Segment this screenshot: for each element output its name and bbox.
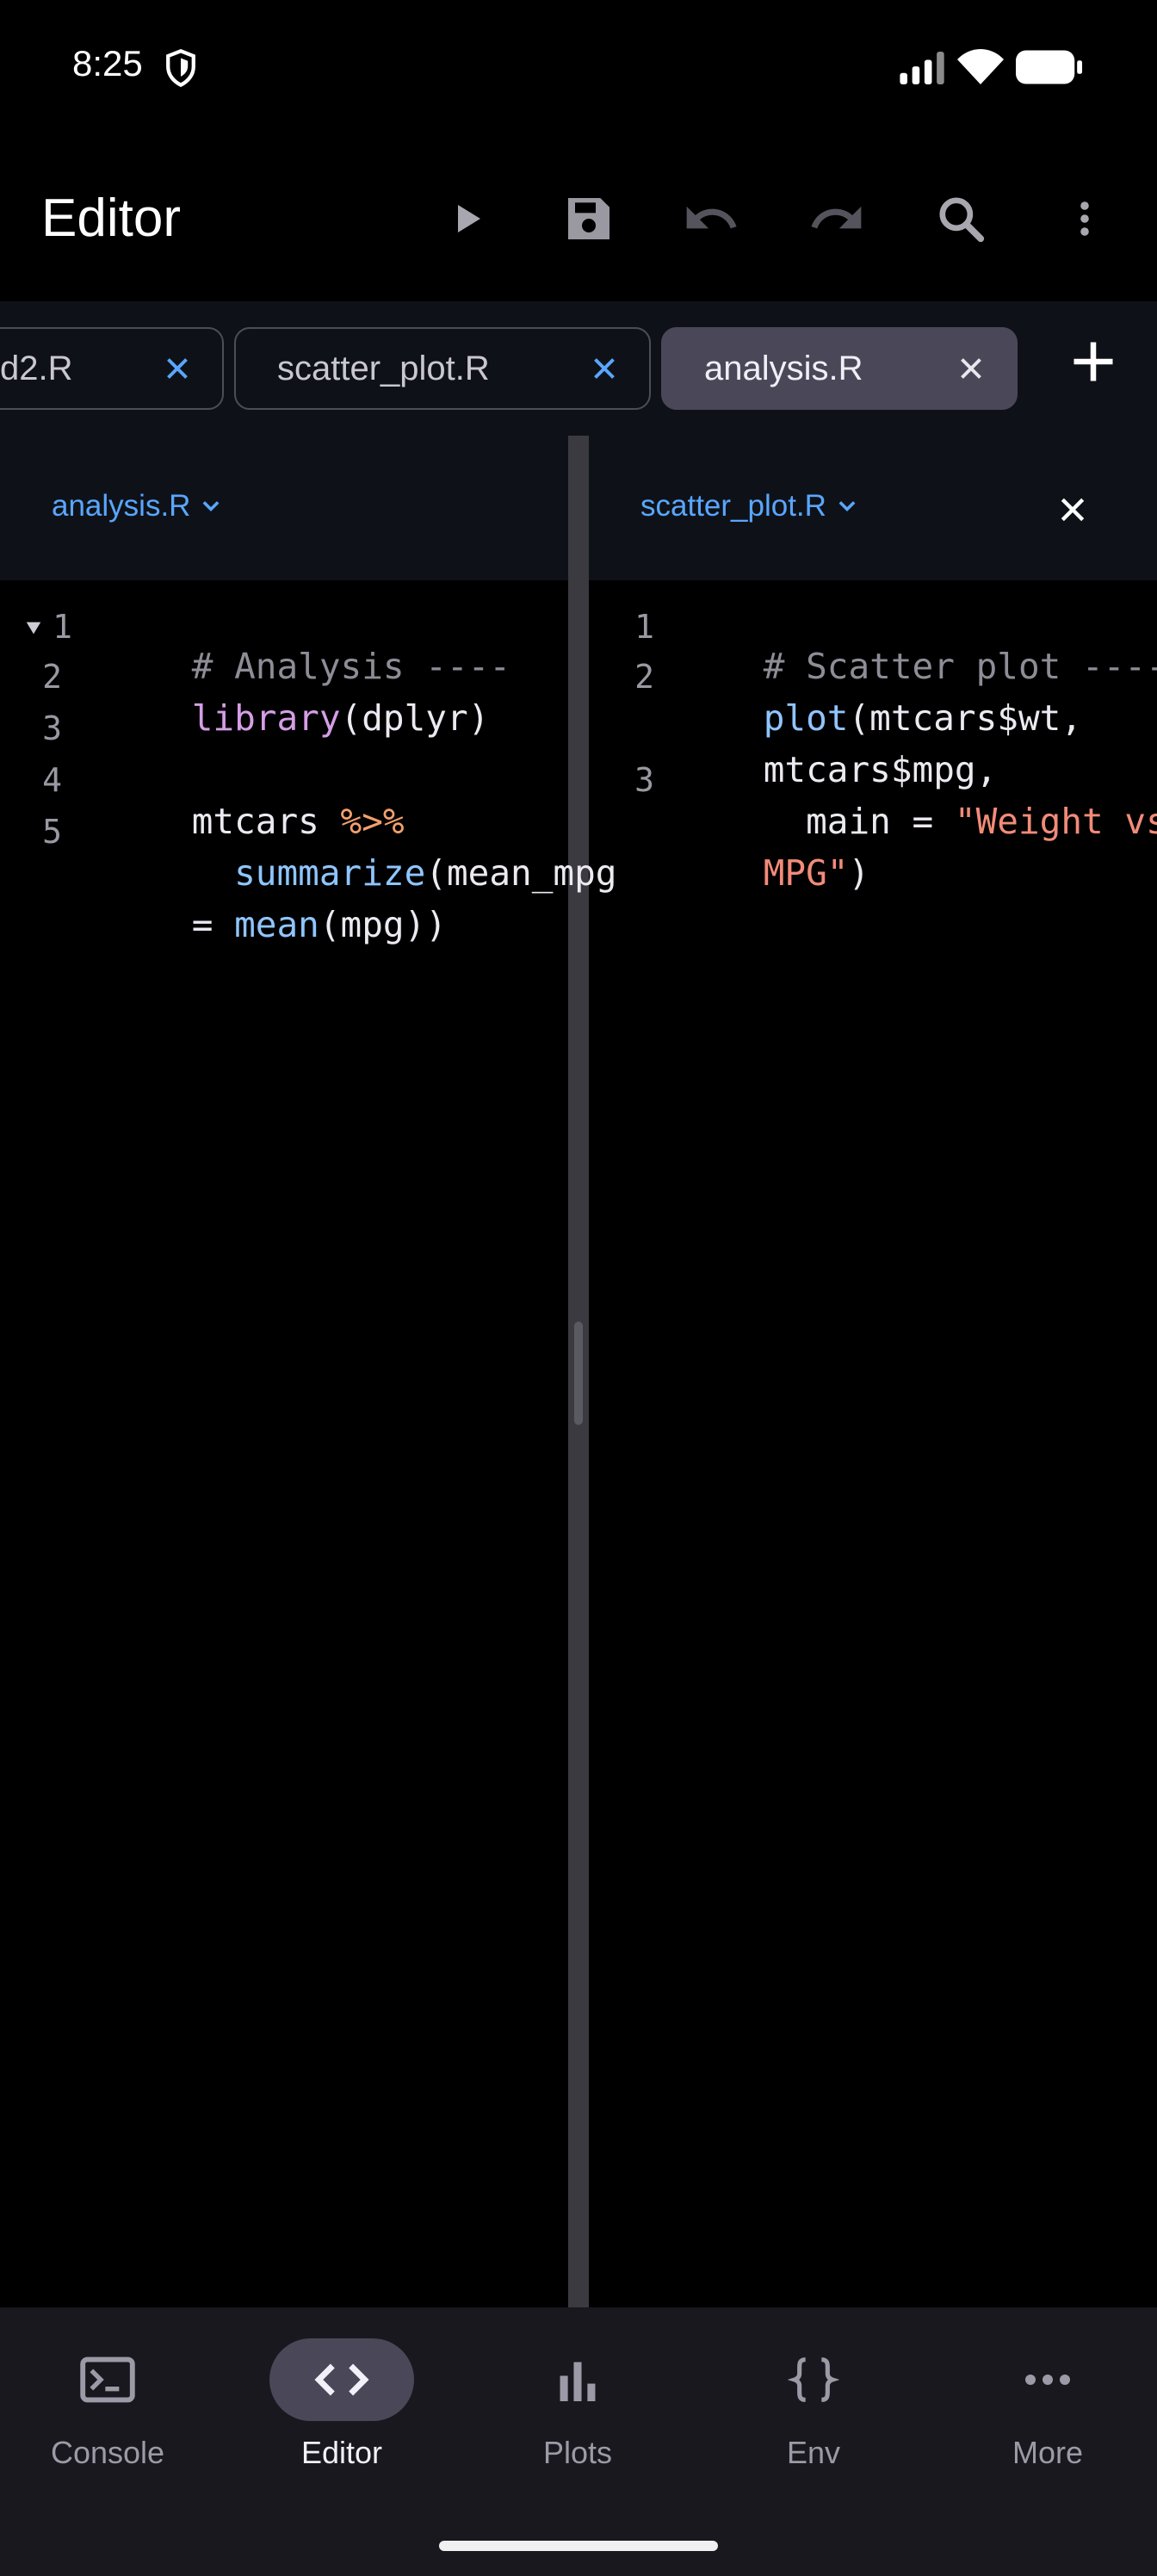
line-number: 4 [42,761,62,799]
status-bar: 8:25 [0,0,1157,138]
right-pane-file-name: scatter_plot.R [640,489,826,523]
nav-more[interactable]: More [949,2338,1147,2485]
nav-label: Editor [300,2435,383,2470]
chevron-down-icon [203,501,220,511]
string-token: "Weight vs [954,801,1157,842]
tab-label: scatter_plot.R [277,349,490,387]
close-icon[interactable] [956,353,987,384]
code-token: (mpg)) [319,904,447,945]
code-line-wrap: MPG") [678,811,869,935]
line-number: 1 [634,608,654,646]
line-number: 2 [42,658,62,696]
line-number: 5 [42,813,62,851]
run-button[interactable] [436,188,498,250]
undo-button[interactable] [680,188,742,250]
nav-editor[interactable]: Editor [243,2338,441,2485]
line-number: 2 [634,658,654,696]
page-title: Editor [41,189,181,248]
status-time: 8:25 [72,43,143,84]
file-tab-strip[interactable]: d2.R scatter_plot.R analysis.R [0,301,1157,436]
right-code-editor[interactable]: 1 2 3 # Scatter plot ---- plot(mtcars$wt… [589,594,1157,2299]
save-button[interactable] [558,188,620,250]
nav-plots[interactable]: Plots [479,2338,677,2485]
terminal-icon [35,2338,180,2421]
nav-console[interactable]: Console [9,2338,207,2485]
nav-label: Console [50,2435,165,2470]
close-icon[interactable] [589,353,620,384]
left-code-editor[interactable]: 1 2 3 4 5 # Analysis ---- library(dplyr)… [0,594,616,2299]
redo-icon [811,206,862,229]
save-icon [568,198,609,239]
left-pane-file-selector[interactable]: analysis.R [52,489,223,523]
more-horiz-icon [975,2338,1120,2421]
right-pane-header: scatter_plot.R [589,436,1157,580]
tab-label: analysis.R [704,349,863,387]
string-token: MPG" [763,852,849,894]
battery-icon [1016,50,1083,84]
tab-scatter-plot[interactable]: scatter_plot.R [234,327,651,410]
split-drag-handle[interactable] [574,1322,583,1425]
code-token: = [191,904,235,945]
function-token: mean [234,904,319,945]
line-number: 3 [634,761,654,799]
line-number: 3 [42,709,62,747]
function-token: library [191,697,341,739]
add-tab-icon[interactable] [1067,336,1119,387]
nav-label: More [1012,2435,1084,2470]
signal-icon [900,52,944,84]
code-line-wrap: = mean(mpg)) [107,863,447,987]
nav-env[interactable]: Env [715,2338,913,2485]
braces-icon [741,2338,886,2421]
nav-label: Env [786,2435,841,2470]
code-icon [269,2338,414,2421]
nav-label: Plots [542,2435,613,2470]
play-icon [458,205,480,232]
overflow-menu-button[interactable] [1054,188,1116,250]
home-indicator[interactable] [439,2541,718,2551]
tab-label: d2.R [0,349,73,387]
line-number: 1 [53,608,72,646]
chevron-down-icon [838,501,856,511]
wifi-icon [957,49,1004,84]
right-pane-file-selector[interactable]: scatter_plot.R [640,489,859,523]
left-pane-header: analysis.R [0,436,568,580]
search-button[interactable] [930,188,992,250]
tab-analysis[interactable]: analysis.R [661,327,1018,410]
redo-button[interactable] [806,188,868,250]
close-pane-icon[interactable] [1055,492,1090,527]
shield-icon [166,48,195,88]
bar-chart-icon [505,2338,650,2421]
undo-icon [686,206,737,229]
code-token: (dplyr) [340,697,490,739]
left-pane-file-name: analysis.R [52,489,191,523]
code-token: ) [848,852,870,894]
close-icon[interactable] [162,353,193,384]
more-vert-icon [1080,201,1089,236]
search-icon [939,197,985,243]
tab-d2[interactable]: d2.R [0,327,224,410]
